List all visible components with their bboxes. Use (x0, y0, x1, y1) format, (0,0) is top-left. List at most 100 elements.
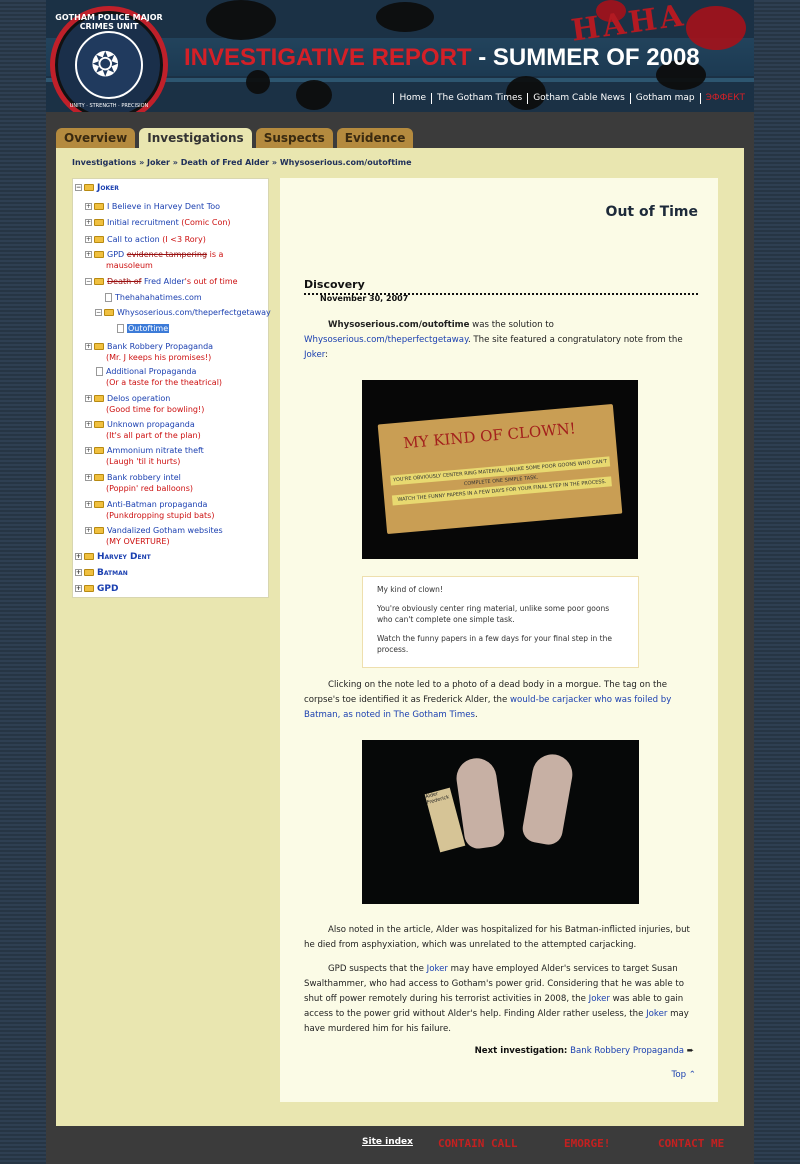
tree-node-harvey-dent[interactable]: + Harvey Dent (75, 552, 151, 563)
tree-node[interactable]: Thehahahatimes.com (105, 292, 202, 303)
folder-icon (94, 203, 104, 210)
tab-evidence[interactable]: Evidence (336, 128, 414, 149)
tree-label: I Believe in Harvey Dent Too (107, 202, 221, 211)
collapse-icon[interactable]: − (85, 278, 92, 285)
link-joker[interactable]: Joker (589, 994, 610, 1004)
page-frame: HAHA INVESTIGATIVE REPORT - SUMMER OF 20… (46, 0, 754, 1164)
footer-link[interactable]: CONTACT ME (658, 1137, 724, 1150)
seal-inner: ❂ (75, 31, 143, 99)
text: was the solution to (469, 320, 554, 330)
expand-icon[interactable]: + (85, 203, 92, 210)
tree-node[interactable]: Additional Propaganda (96, 366, 196, 377)
tree-node-batman[interactable]: + Batman (75, 568, 128, 579)
expand-icon[interactable]: + (85, 447, 92, 454)
tree-node[interactable]: + Call to action (I <3 Rory) (85, 234, 206, 245)
tree-node[interactable]: + Initial recruitment (Comic Con) (85, 217, 231, 228)
tree-label: Call to action (107, 235, 160, 244)
link-perfectgetaway[interactable]: Whysoserious.com/theperfectgetaway (304, 335, 468, 345)
tree-node[interactable]: + I Believe in Harvey Dent Too (85, 201, 220, 212)
tab-overview[interactable]: Overview (56, 128, 136, 149)
quote-line: Watch the funny papers in a few days for… (377, 634, 612, 654)
expand-icon[interactable]: + (85, 343, 92, 350)
tree-label: Vandalized Gotham websites (107, 526, 223, 535)
tree-label: Outoftime (127, 324, 170, 333)
expand-icon[interactable]: + (85, 395, 92, 402)
title-red: INVESTIGATIVE REPORT (184, 44, 472, 71)
tree-node-gpd[interactable]: + GPD (75, 584, 118, 595)
breadcrumb[interactable]: Investigations » Joker » Death of Fred A… (72, 158, 412, 167)
nav-gotham-times[interactable]: The Gotham Times (431, 93, 527, 104)
expand-icon[interactable]: + (85, 251, 92, 258)
tree-strike: Death of (107, 277, 142, 286)
tree-sublabel: (Comic Con) (178, 218, 231, 227)
section-date: November 30, 2007 (320, 294, 409, 303)
expand-icon[interactable]: + (75, 569, 82, 576)
text: GPD suspects that the (328, 964, 427, 974)
expand-icon[interactable]: + (85, 474, 92, 481)
expand-icon[interactable]: + (85, 219, 92, 226)
nav-extra[interactable]: ЭФФЕКТ (699, 93, 750, 104)
tree-note: (Laugh 'til it hurts) (106, 456, 180, 467)
ink-splat (296, 80, 332, 110)
nav-gotham-cable-news[interactable]: Gotham Cable News (527, 93, 630, 104)
tree-label: Anti-Batman propaganda (107, 500, 208, 509)
quote-line: You're obviously center ring material, u… (377, 604, 610, 624)
folder-icon (94, 343, 104, 350)
gcpd-seal-logo[interactable]: GOTHAM POLICE MAJOR CRIMES UNIT ❂ UNITY … (50, 6, 168, 112)
tree-node[interactable]: + Ammonium nitrate theft (85, 445, 204, 456)
collapse-icon[interactable]: − (75, 184, 82, 191)
expand-icon[interactable]: + (75, 585, 82, 592)
tree-node[interactable]: + Bank robbery intel (85, 472, 181, 483)
next-investigation: Next investigation: Bank Robbery Propaga… (475, 1046, 694, 1056)
top-link[interactable]: Top ⌃ (672, 1070, 696, 1080)
tree-node[interactable]: + Delos operation (85, 393, 170, 404)
quote-line: My kind of clown! (377, 585, 443, 594)
tab-suspects[interactable]: Suspects (255, 128, 333, 149)
footer-link[interactable]: CONTAIN CALL (438, 1137, 517, 1150)
clown-note-image[interactable]: MY KIND OF CLOWN! YOU'RE OBVIOUSLY CENTE… (362, 380, 638, 559)
tree-node[interactable]: + GPD evidence tampering is a (85, 249, 223, 260)
nav-home[interactable]: Home (393, 93, 431, 104)
expand-icon[interactable]: + (85, 527, 92, 534)
tree-node-selected[interactable]: Outoftime (117, 323, 170, 334)
site-header: HAHA INVESTIGATIVE REPORT - SUMMER OF 20… (46, 0, 754, 112)
expand-icon[interactable]: + (85, 236, 92, 243)
tree-label: Ammonium nitrate theft (107, 446, 204, 455)
site-index-link[interactable]: Site index (362, 1137, 413, 1147)
tree-node-joker[interactable]: − Joker (75, 183, 119, 194)
ink-splat (206, 0, 276, 40)
tree-sublabel: is a (207, 250, 224, 259)
link-joker[interactable]: Joker (304, 350, 325, 360)
next-link[interactable]: Bank Robbery Propaganda (570, 1046, 684, 1056)
tree-sublabel: (Laugh 'til it hurts) (106, 457, 181, 466)
tab-investigations[interactable]: Investigations (139, 128, 252, 149)
ink-splat (376, 2, 434, 32)
next-label: Next investigation: (474, 1046, 568, 1056)
nav-gotham-map[interactable]: Gotham map (629, 93, 700, 104)
tree-label: Additional Propaganda (106, 367, 197, 376)
expand-icon[interactable]: + (85, 421, 92, 428)
tree-node[interactable]: + Bank Robbery Propaganda (85, 341, 213, 352)
tree-node[interactable]: − Whysoserious.com/theperfectgetaway (95, 307, 271, 318)
morgue-photo[interactable]: Alder Frederick (362, 740, 639, 904)
document-icon (105, 293, 112, 302)
folder-icon (94, 395, 104, 402)
paragraph-2: Clicking on the note led to a photo of a… (304, 678, 698, 723)
tree-sublabel: (Or a taste for the theatrical) (106, 378, 223, 387)
footer-link[interactable]: EMORGE! (564, 1137, 610, 1150)
link-joker[interactable]: Joker (427, 964, 448, 974)
tree-node-fred-alder[interactable]: − Death of Fred Alder's out of time (85, 276, 238, 287)
arrow-right-icon[interactable]: ➨ (687, 1046, 694, 1056)
tree-note: (It's all part of the plan) (106, 430, 201, 441)
tree-sublabel: (I <3 Rory) (159, 235, 206, 244)
link-joker[interactable]: Joker (646, 1009, 667, 1019)
tree-node[interactable]: + Unknown propaganda (85, 419, 195, 430)
tree-sublabel: (Good time for bowling!) (106, 405, 205, 414)
expand-icon[interactable]: + (75, 553, 82, 560)
tree-node[interactable]: + Anti-Batman propaganda (85, 499, 207, 510)
tree-label: Joker (97, 183, 119, 193)
collapse-icon[interactable]: − (95, 309, 102, 316)
expand-icon[interactable]: + (85, 501, 92, 508)
folder-icon (94, 251, 104, 258)
tree-node[interactable]: + Vandalized Gotham websites (85, 525, 223, 536)
